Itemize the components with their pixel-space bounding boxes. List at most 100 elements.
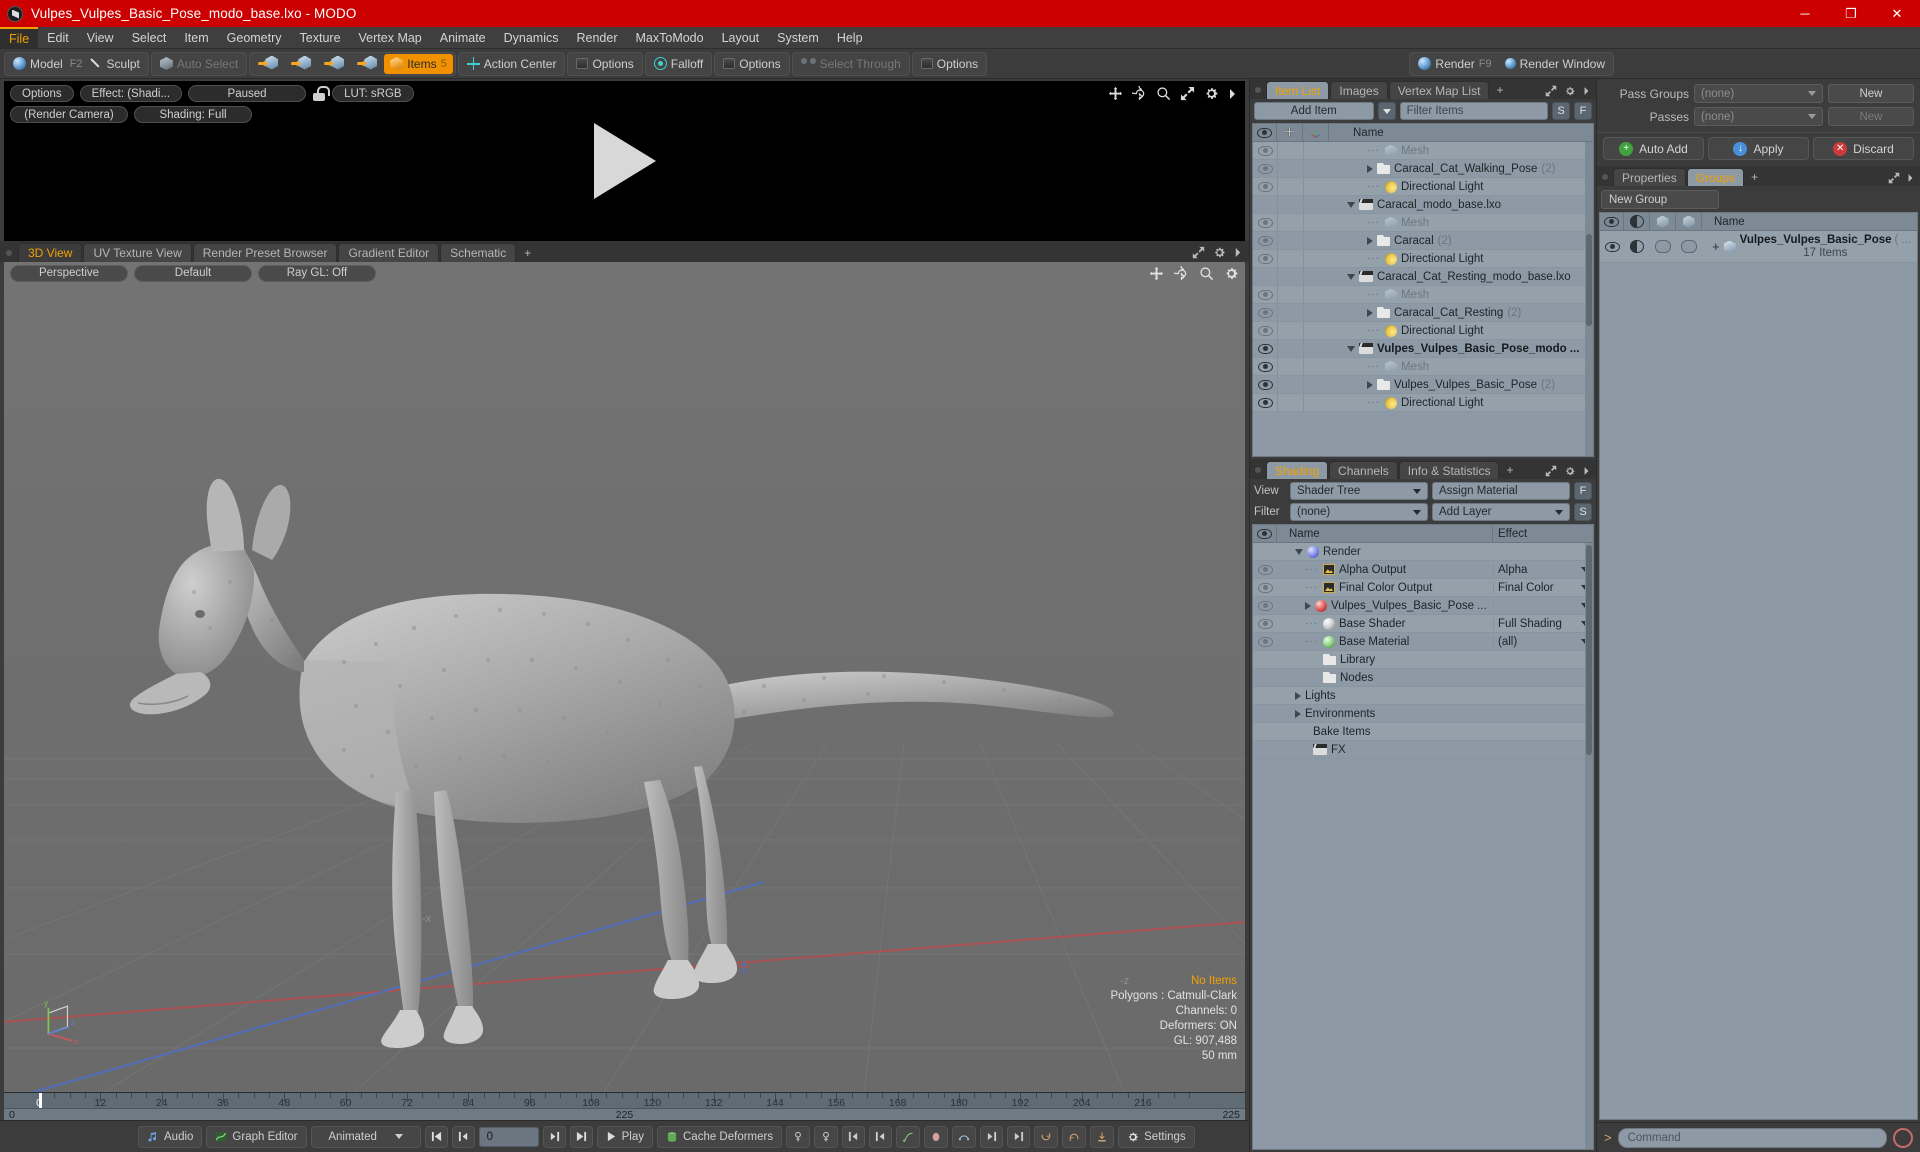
menu-view[interactable]: View <box>78 27 123 48</box>
groups-list[interactable]: Name + Vulpes_Vulpes_Basic_Pose (... 17… <box>1599 212 1918 1120</box>
expand-icon[interactable] <box>1888 172 1900 184</box>
menu-help[interactable]: Help <box>828 27 872 48</box>
go-to-end-button[interactable] <box>569 1125 593 1148</box>
gear-icon[interactable] <box>1564 85 1576 97</box>
vertex-mode-button[interactable] <box>252 54 284 74</box>
tab-images[interactable]: Images <box>1330 81 1388 99</box>
shader-tree-select[interactable]: Shader Tree <box>1290 482 1428 500</box>
transform-cell[interactable] <box>1303 304 1329 321</box>
key-all-button[interactable] <box>814 1125 839 1148</box>
menu-geometry[interactable]: Geometry <box>218 27 291 48</box>
shader-tree-row[interactable]: ··· Base Shader Full Shading <box>1253 615 1593 633</box>
shader-effect-cell[interactable]: (all) <box>1493 635 1593 648</box>
lock-cell[interactable] <box>1277 178 1303 195</box>
curve-tool-button[interactable] <box>896 1125 921 1148</box>
solid-toggle[interactable] <box>1681 240 1697 253</box>
render-preview-play-overlay-icon[interactable] <box>593 123 656 199</box>
transform-cell[interactable] <box>1303 214 1329 231</box>
tab-add-viewport[interactable]: + <box>517 243 538 262</box>
shader-tree-row[interactable]: Library <box>1253 651 1593 669</box>
transform-cell[interactable] <box>1303 358 1329 375</box>
tab-3d-view[interactable]: 3D View <box>18 243 83 262</box>
visibility-toggle[interactable] <box>1253 181 1277 192</box>
render-button[interactable]: Render F9 <box>1412 54 1497 74</box>
shading-s-button[interactable]: S <box>1574 503 1592 521</box>
animation-mode-select[interactable]: Animated <box>310 1125 421 1148</box>
transform-cell[interactable] <box>1303 196 1329 213</box>
model-mode-button[interactable]: Model <box>7 54 69 74</box>
next-key-button[interactable] <box>980 1125 1004 1148</box>
expand-arrow-icon[interactable] <box>1367 380 1373 389</box>
zoom-icon[interactable] <box>1156 86 1171 101</box>
close-button[interactable]: ✕ <box>1874 0 1920 27</box>
visibility-toggle[interactable] <box>1253 163 1277 174</box>
collapse-arrow-icon[interactable] <box>1295 548 1303 555</box>
gear-icon[interactable] <box>1213 246 1226 259</box>
tab-info-statistics[interactable]: Info & Statistics <box>1398 461 1500 479</box>
visibility-toggle[interactable] <box>1253 618 1277 629</box>
prev-key-button[interactable] <box>842 1125 866 1148</box>
current-frame-field[interactable]: 0 <box>478 1126 539 1147</box>
tab-groups[interactable]: Groups <box>1686 168 1745 186</box>
expand-arrow-icon[interactable] <box>1295 709 1301 718</box>
expand-arrow-icon[interactable] <box>1305 601 1311 610</box>
visibility-toggle[interactable] <box>1253 379 1277 390</box>
panel-menu-dot-icon[interactable] <box>1255 467 1261 473</box>
pan-icon[interactable] <box>1149 266 1164 281</box>
item-list-row[interactable]: ··· Mesh <box>1253 286 1593 304</box>
new-group-button[interactable]: New Group <box>1601 190 1719 209</box>
item-list-row[interactable]: Caracal (2) <box>1253 232 1593 250</box>
visibility-toggle[interactable] <box>1253 145 1277 156</box>
more-arrow-icon[interactable] <box>1234 247 1242 258</box>
timeline[interactable]: 0122436486072849610812013214415616818019… <box>4 1092 1245 1121</box>
viewport-menu-dot-icon[interactable] <box>6 250 12 256</box>
viewport-shading-preset-button[interactable]: Default <box>134 264 252 282</box>
viewport-raygl-button[interactable]: Ray GL: Off <box>258 264 376 282</box>
shader-effect-cell[interactable]: Full Shading <box>1493 617 1593 630</box>
item-list-row[interactable]: ··· Directional Light <box>1253 322 1593 340</box>
tab-add-panel[interactable]: + <box>1490 81 1509 99</box>
visibility-toggle[interactable] <box>1253 636 1277 647</box>
visibility-toggle[interactable] <box>1253 361 1277 372</box>
menu-edit[interactable]: Edit <box>38 27 78 48</box>
shading-f-button[interactable]: F <box>1574 482 1592 500</box>
rotate-icon[interactable] <box>1174 265 1189 281</box>
item-list-row[interactable]: Caracal_Cat_Walking_Pose (2) <box>1253 160 1593 178</box>
minimize-button[interactable]: ─ <box>1782 0 1828 27</box>
item-list-row[interactable]: Caracal_modo_base.lxo <box>1253 196 1593 214</box>
zoom-icon[interactable] <box>1199 266 1214 281</box>
transform-cell[interactable] <box>1303 286 1329 303</box>
polygon-mode-button[interactable] <box>318 54 350 74</box>
expand-arrow-icon[interactable] <box>1367 236 1373 245</box>
action-center-options-button[interactable]: Options <box>570 54 639 74</box>
render-preview-pane[interactable]: Options Effect: (Shadi... Paused LUT: sR… <box>4 81 1245 241</box>
loop-button[interactable] <box>1034 1125 1059 1148</box>
lock-cell[interactable] <box>1277 322 1303 339</box>
timeline-range-bar[interactable]: 0 225 225 <box>4 1108 1245 1121</box>
settings-button[interactable]: Settings <box>1118 1125 1195 1148</box>
timeline-ruler[interactable]: 0122436486072849610812013214415616818019… <box>4 1093 1245 1109</box>
select-through-button[interactable]: Select Through <box>795 54 907 74</box>
falloff-options-button[interactable]: Options <box>717 54 786 74</box>
visibility-toggle[interactable] <box>1253 397 1277 408</box>
item-list-scrollbar[interactable] <box>1585 142 1593 456</box>
item-list-f-button[interactable]: F <box>1574 102 1592 120</box>
next-frame-button[interactable] <box>542 1125 566 1148</box>
item-list-tree[interactable]: Name ··· Mesh Caracal_Cat_Walking_Pose (2)… <box>1252 123 1594 457</box>
transform-cell[interactable] <box>1303 232 1329 249</box>
menu-vertex-map[interactable]: Vertex Map <box>350 27 431 48</box>
expand-arrow-icon[interactable] <box>1295 691 1301 700</box>
pan-icon[interactable] <box>1108 86 1123 101</box>
play-button[interactable]: Play <box>596 1125 653 1148</box>
menu-item[interactable]: Item <box>175 27 217 48</box>
shader-tree-row[interactable]: FX <box>1253 741 1593 759</box>
cache-deformers-button[interactable]: Cache Deformers <box>657 1125 783 1148</box>
item-list-row[interactable]: ··· Directional Light <box>1253 250 1593 268</box>
collapse-arrow-icon[interactable] <box>1347 273 1355 280</box>
preview-lut-button[interactable]: LUT: sRGB <box>332 85 414 102</box>
rotate-icon[interactable] <box>1132 86 1147 101</box>
shader-tree-rows[interactable]: Render ··· Alpha Output Alpha ··· Final Color… <box>1253 543 1593 1149</box>
auto-add-button[interactable]: + Auto Add <box>1603 137 1704 160</box>
visibility-toggle[interactable] <box>1253 253 1277 264</box>
visibility-toggle[interactable] <box>1253 307 1277 318</box>
